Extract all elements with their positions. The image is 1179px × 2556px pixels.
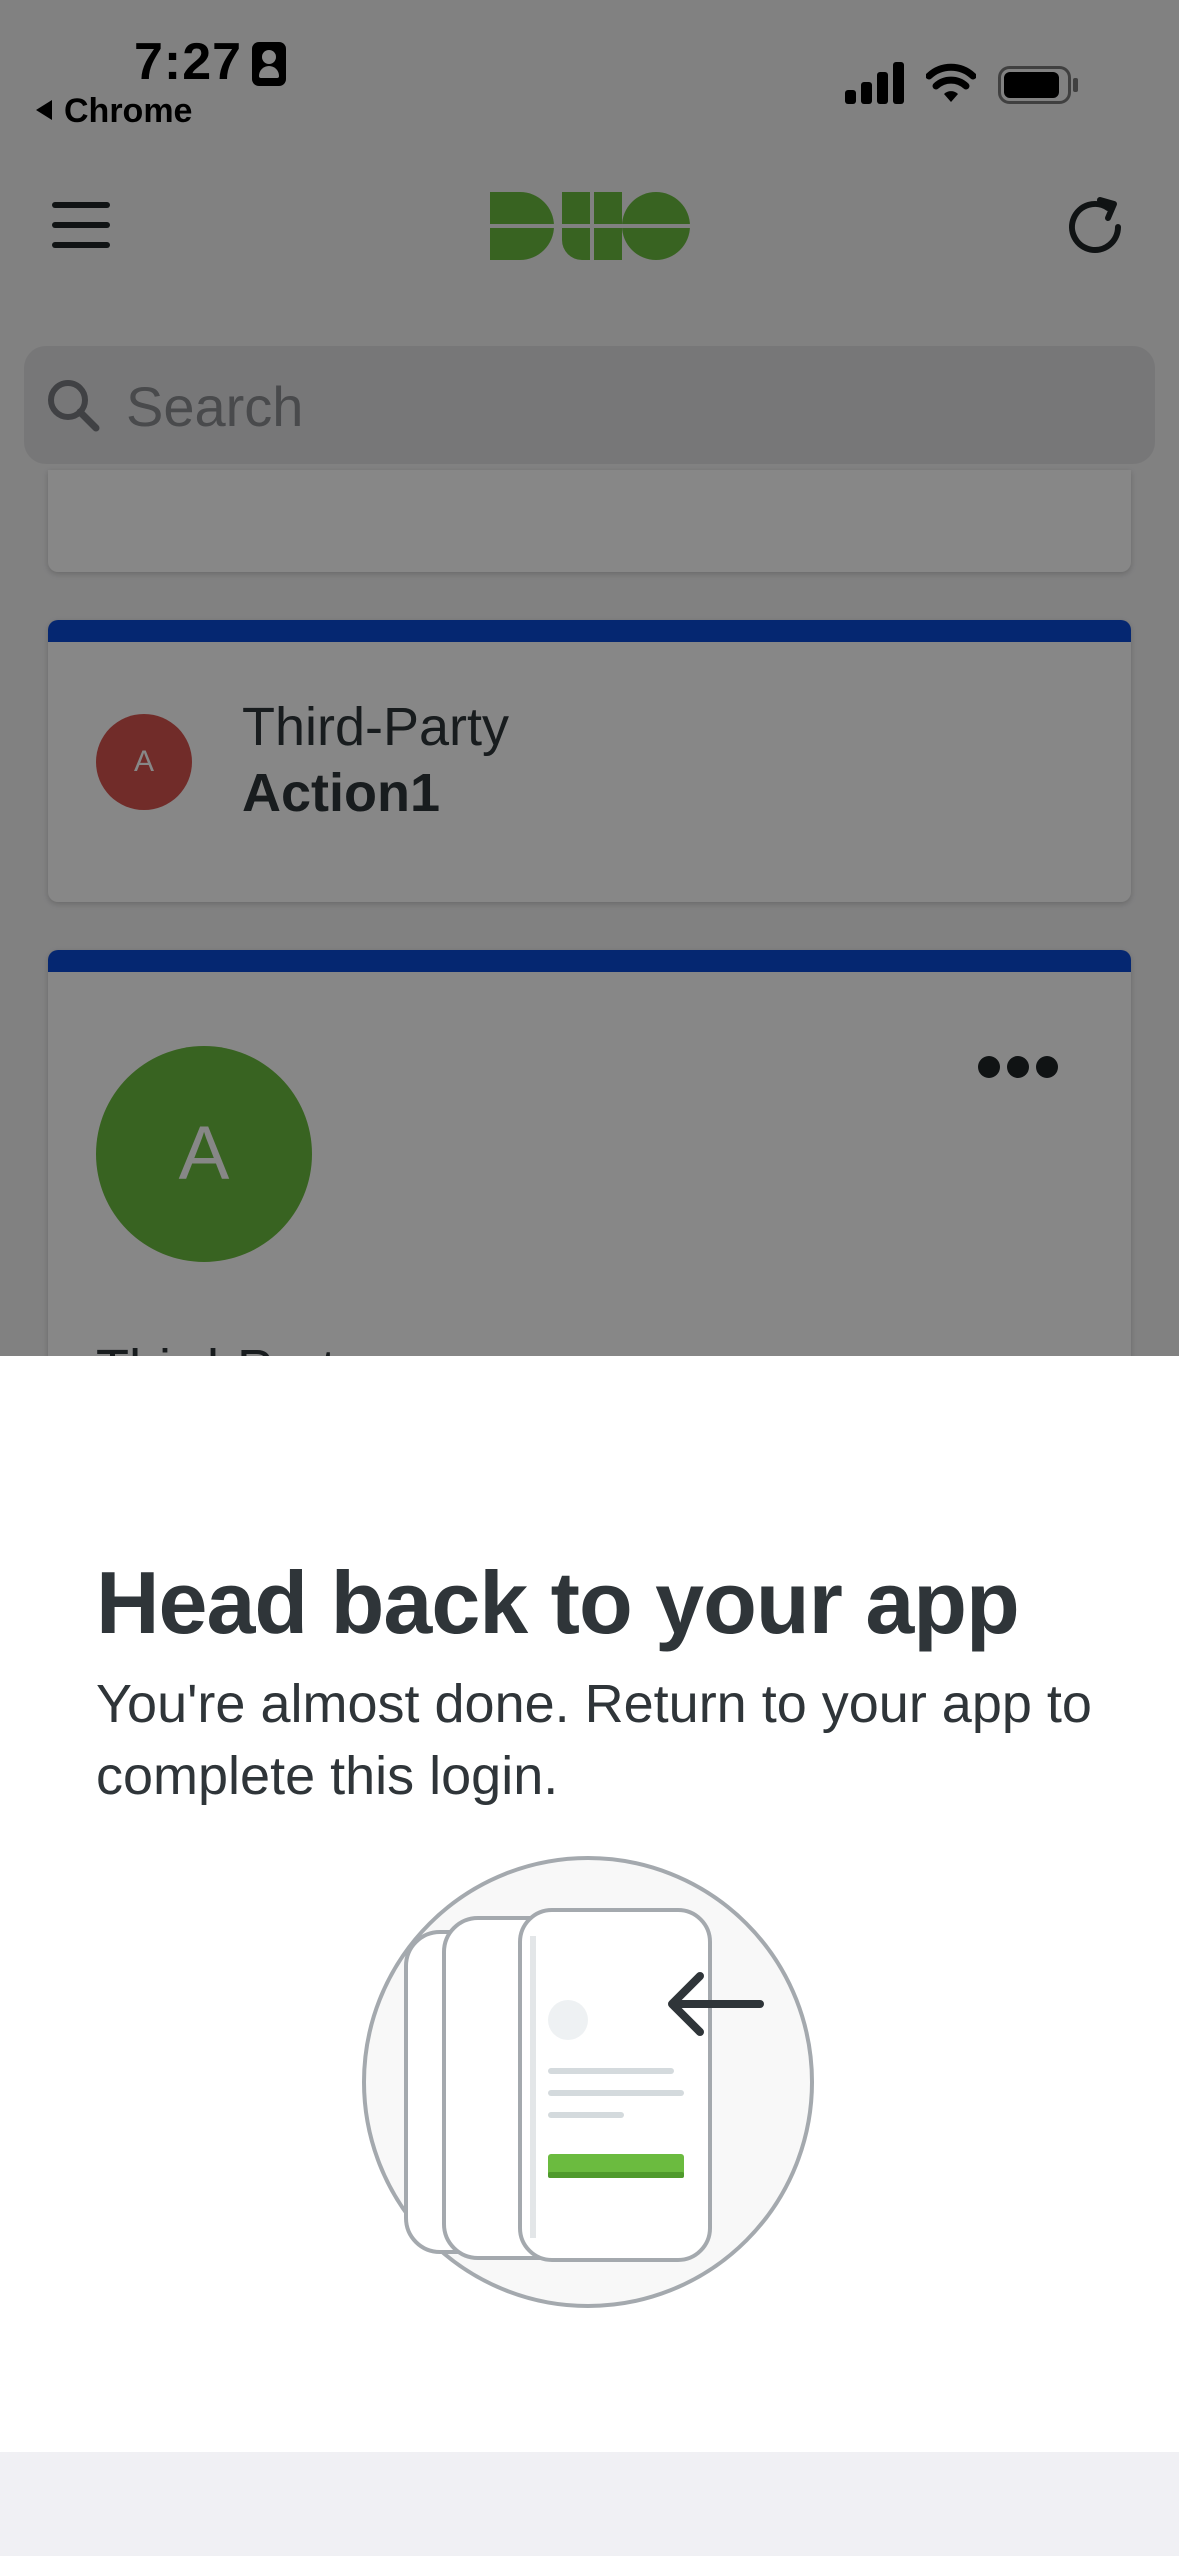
dim-overlay [0, 0, 1179, 1356]
sheet-title: Head back to your app [96, 1553, 1020, 1652]
return-to-app-illustration [362, 1856, 814, 2308]
sheet-message: You're almost done. Return to your app t… [96, 1674, 1092, 1806]
bottom-safe-area [0, 2452, 1179, 2556]
duo-app-background: 7:27 Chrome Search A Third-Party Action1… [0, 0, 1179, 1356]
